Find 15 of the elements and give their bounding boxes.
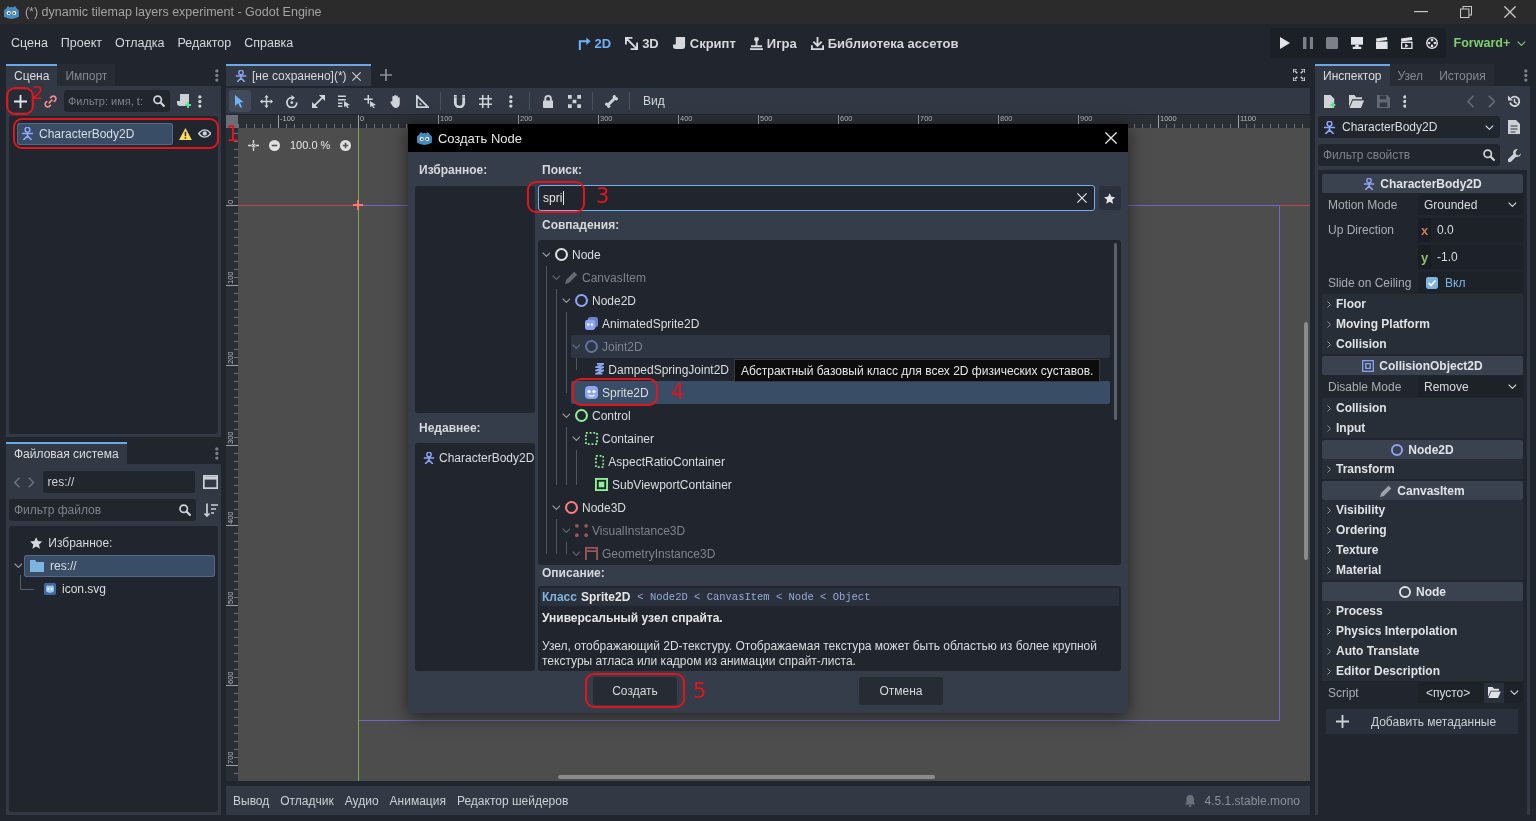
axis-label: y bbox=[1418, 245, 1431, 269]
property-label: Up Direction bbox=[1327, 222, 1396, 239]
property-label: Slide on Ceiling bbox=[1327, 275, 1413, 290]
section-title: CollisionObject2D bbox=[1379, 358, 1483, 373]
annotation-number: 1 bbox=[226, 123, 240, 145]
section-title: CanvasItem bbox=[1397, 483, 1465, 498]
property-label: Script bbox=[1327, 685, 1360, 700]
section-title: Node2D bbox=[1408, 442, 1454, 457]
window-title: (*) dynamic tilemap layers experiment - Godot Engine bbox=[24, 5, 323, 19]
property-label: Disable Mode bbox=[1327, 379, 1403, 394]
axis-label: x bbox=[1418, 218, 1431, 242]
version-label: 4.5.1.stable.mono bbox=[1204, 793, 1300, 808]
section-title: Node bbox=[1416, 584, 1446, 599]
property-label: Motion Mode bbox=[1327, 197, 1399, 212]
section-title: CharacterBody2D bbox=[1380, 176, 1482, 191]
